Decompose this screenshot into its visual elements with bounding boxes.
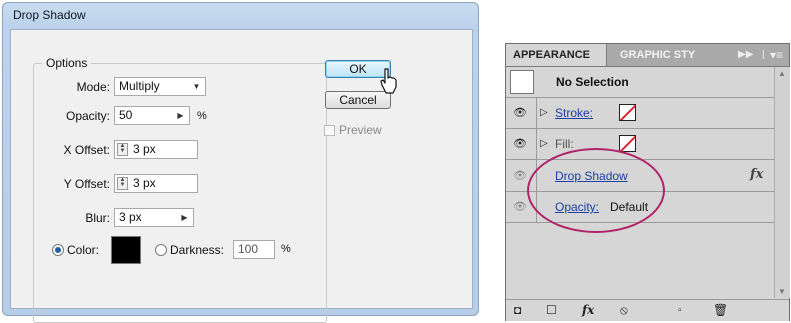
- fill-none-swatch[interactable]: [619, 135, 636, 152]
- chevron-right-icon[interactable]: ▶: [178, 211, 191, 224]
- hand-cursor-icon: [380, 68, 397, 94]
- stepper-icon[interactable]: ▲ ▼: [117, 177, 128, 190]
- fx-icon: fx: [750, 167, 764, 182]
- expand-triangle-icon[interactable]: ▷: [540, 138, 548, 149]
- chevron-right-icon[interactable]: ▶: [174, 109, 187, 122]
- fill-link[interactable]: Fill:: [555, 137, 574, 151]
- options-legend: Options: [42, 56, 92, 70]
- panel-tabs: APPEARANCE GRAPHIC STY ▶▶ | ▾≡: [506, 44, 789, 67]
- fill-row[interactable]: 👁 ▷ Fill:: [506, 129, 774, 160]
- stroke-link[interactable]: Stroke:: [555, 106, 593, 120]
- eye-icon[interactable]: 👁: [513, 106, 527, 119]
- trash-icon[interactable]: 🗑: [713, 303, 728, 317]
- reduce-basic-icon[interactable]: ⦸: [620, 303, 628, 318]
- blur-field[interactable]: 3 px ▶: [114, 208, 194, 227]
- stepper-icon[interactable]: ▲ ▼: [117, 143, 128, 156]
- preview-checkbox[interactable]: [324, 125, 335, 136]
- scroll-up-icon[interactable]: ▲: [778, 69, 786, 78]
- darkness-unit: %: [281, 243, 291, 255]
- add-effect-icon[interactable]: fx: [582, 303, 594, 317]
- options-group: Options Mode: Multiply ▼ Opacity: 50 ▶ %…: [33, 56, 327, 323]
- blur-value: 3 px: [119, 210, 142, 224]
- chevron-down-icon: ▼: [192, 82, 201, 91]
- clear-appearance-icon[interactable]: ☐: [546, 303, 557, 317]
- x-offset-field[interactable]: ▲ ▼ 3 px: [114, 140, 198, 159]
- opacity-unit: %: [197, 110, 207, 122]
- x-offset-value: 3 px: [133, 142, 156, 156]
- new-art-basic-icon[interactable]: ◘: [514, 303, 521, 317]
- mode-dropdown[interactable]: Multiply ▼: [114, 77, 206, 96]
- duplicate-item-icon[interactable]: ▫: [678, 305, 682, 316]
- scrollbar[interactable]: ▲ ▼: [774, 67, 790, 298]
- color-radio[interactable]: [52, 244, 64, 256]
- eye-icon[interactable]: 👁: [513, 137, 527, 150]
- preview-label: Preview: [339, 123, 382, 137]
- eye-icon[interactable]: 👁: [513, 169, 527, 182]
- selection-label: No Selection: [556, 75, 629, 89]
- drop-shadow-dialog: Drop Shadow Options Mode: Multiply ▼ Opa…: [2, 2, 479, 323]
- expand-triangle-icon[interactable]: ▷: [540, 107, 548, 118]
- selection-row: No Selection: [506, 67, 774, 98]
- opacity-field[interactable]: 50 ▶: [114, 106, 190, 125]
- stroke-row[interactable]: 👁 ▷ Stroke:: [506, 98, 774, 129]
- darkness-value: 100: [238, 242, 259, 256]
- divider: |: [762, 49, 765, 60]
- y-offset-field[interactable]: ▲ ▼ 3 px: [114, 174, 198, 193]
- x-offset-label: X Offset:: [63, 143, 110, 157]
- annotation-highlight-ellipse: [527, 148, 665, 233]
- mode-value: Multiply: [119, 79, 160, 93]
- tab-appearance[interactable]: APPEARANCE: [506, 44, 607, 66]
- darkness-field[interactable]: 100: [233, 240, 275, 259]
- blur-label: Blur:: [85, 211, 110, 225]
- scroll-down-icon[interactable]: ▼: [778, 287, 786, 296]
- stroke-none-swatch[interactable]: [619, 104, 636, 121]
- darkness-radio[interactable]: [155, 244, 167, 256]
- selection-thumbnail: [510, 70, 534, 94]
- color-label: Color:: [67, 243, 100, 257]
- darkness-label: Darkness:: [170, 243, 225, 257]
- opacity-value: 50: [119, 108, 133, 122]
- mode-label: Mode:: [76, 80, 110, 94]
- y-offset-label: Y Offset:: [63, 177, 110, 191]
- eye-icon[interactable]: 👁: [513, 200, 527, 213]
- panel-bottom-bar: ◘ ☐ fx ⦸ ▫ 🗑: [506, 299, 789, 321]
- color-swatch[interactable]: [111, 236, 141, 264]
- panel-menu-icon[interactable]: ▾≡: [770, 44, 783, 66]
- expand-panel-icon[interactable]: ▶▶: [738, 44, 753, 66]
- dialog-title: Drop Shadow: [13, 8, 86, 22]
- dialog-body: Options Mode: Multiply ▼ Opacity: 50 ▶ %…: [10, 29, 473, 323]
- y-offset-value: 3 px: [133, 176, 156, 190]
- tab-graphic-styles[interactable]: GRAPHIC STY: [610, 44, 695, 66]
- opacity-label: Opacity:: [65, 109, 110, 123]
